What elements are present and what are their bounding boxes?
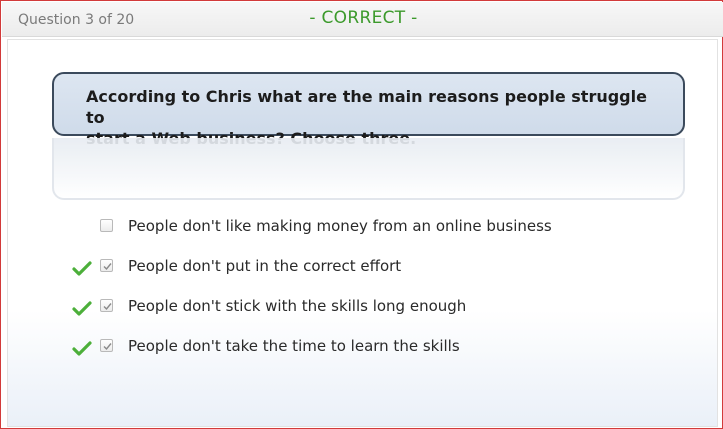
answer-checkbox-4[interactable] bbox=[100, 339, 113, 352]
answer-label-3[interactable]: People don't stick with the skills long … bbox=[128, 297, 466, 315]
answer-option-1[interactable]: People don't like making money from an o… bbox=[8, 217, 719, 241]
question-content: According to Chris what are the main rea… bbox=[7, 39, 718, 427]
answer-option-4[interactable]: People don't take the time to learn the … bbox=[8, 337, 719, 361]
checkbox-checked-icon bbox=[103, 343, 112, 351]
answer-option-3[interactable]: People don't stick with the skills long … bbox=[8, 297, 719, 321]
answer-list: People don't like making money from an o… bbox=[8, 40, 719, 428]
answer-label-1[interactable]: People don't like making money from an o… bbox=[128, 217, 552, 235]
quiz-header: Question 3 of 20 - CORRECT - bbox=[2, 2, 723, 37]
answer-checkbox-2[interactable] bbox=[100, 259, 113, 272]
answer-checkbox-1[interactable] bbox=[100, 219, 113, 232]
result-label: - CORRECT - bbox=[309, 8, 418, 28]
answer-option-2[interactable]: People don't put in the correct effort bbox=[8, 257, 719, 281]
checkbox-checked-icon bbox=[103, 303, 112, 311]
answer-label-4[interactable]: People don't take the time to learn the … bbox=[128, 337, 460, 355]
checkbox-checked-icon bbox=[103, 263, 112, 271]
green-check-icon bbox=[72, 341, 92, 356]
green-check-icon bbox=[72, 301, 92, 316]
quiz-frame: Question 3 of 20 - CORRECT - According t… bbox=[0, 0, 723, 429]
answer-label-2[interactable]: People don't put in the correct effort bbox=[128, 257, 401, 275]
green-check-icon bbox=[72, 261, 92, 276]
answer-checkbox-3[interactable] bbox=[100, 299, 113, 312]
